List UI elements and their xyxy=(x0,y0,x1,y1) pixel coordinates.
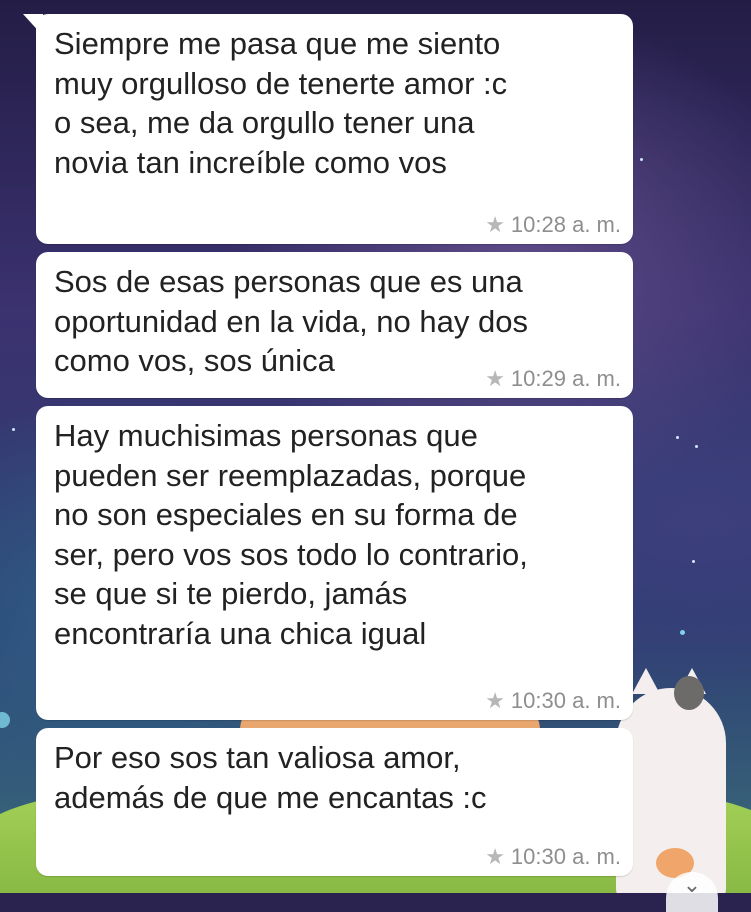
message-text: Por eso sos tan valiosa amor, además de … xyxy=(54,740,487,815)
bubble-tail xyxy=(23,14,43,36)
star-dot xyxy=(12,428,15,431)
cat-illustration xyxy=(616,668,751,893)
star-dot xyxy=(676,436,679,439)
message-bubble[interactable]: Sos de esas personas que es una oportuni… xyxy=(36,252,633,398)
star-icon: ★ xyxy=(485,844,505,869)
star-dot xyxy=(640,158,643,161)
star-icon: ★ xyxy=(485,212,505,237)
message-time: 10:30 a. m. xyxy=(510,844,621,869)
star-icon: ★ xyxy=(485,366,505,391)
message-time: 10:29 a. m. xyxy=(510,366,621,391)
message-text: Hay muchisimas personas que pueden ser r… xyxy=(54,418,528,651)
star-dot xyxy=(692,560,695,563)
message-meta: ★ 10:29 a. m. xyxy=(485,366,621,392)
message-text: Sos de esas personas que es una oportuni… xyxy=(54,264,528,378)
message-bubble[interactable]: Por eso sos tan valiosa amor, además de … xyxy=(36,728,633,876)
message-bubble[interactable]: Siempre me pasa que me siento muy orgull… xyxy=(23,14,633,244)
message-meta: ★ 10:30 a. m. xyxy=(485,844,621,870)
message-text: Siempre me pasa que me siento muy orgull… xyxy=(54,26,508,180)
star-icon: ★ xyxy=(485,688,505,713)
message-time: 10:30 a. m. xyxy=(510,688,621,713)
message-time: 10:28 a. m. xyxy=(510,212,621,237)
star-dot xyxy=(695,445,698,448)
chevron-down-icon: ⌄ xyxy=(682,872,702,897)
message-bubble[interactable]: Hay muchisimas personas que pueden ser r… xyxy=(36,406,633,720)
message-meta: ★ 10:28 a. m. xyxy=(485,212,621,238)
message-meta: ★ 10:30 a. m. xyxy=(485,688,621,714)
star-dot xyxy=(680,630,685,635)
planet-dot xyxy=(0,712,10,728)
